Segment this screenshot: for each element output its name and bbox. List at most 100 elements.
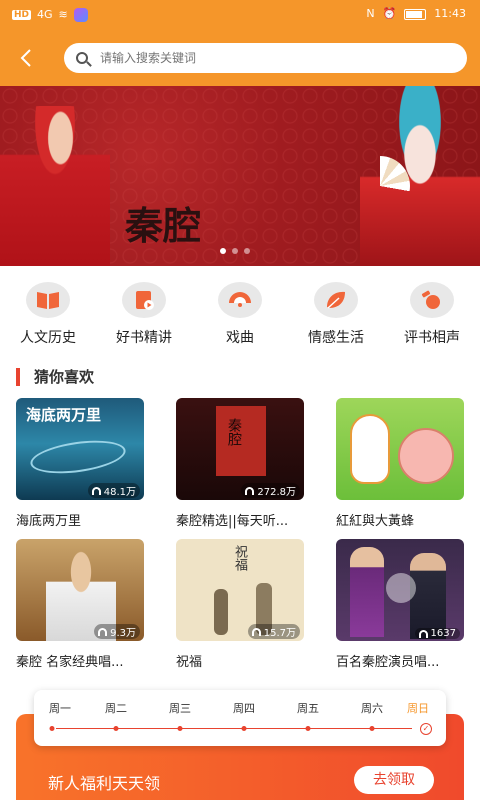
weekday-label-today: 周日 bbox=[407, 702, 429, 715]
card-title: 紅紅與大黃蜂 bbox=[336, 514, 415, 529]
cover-rabbit bbox=[350, 414, 390, 484]
wifi-icon: ≋ bbox=[58, 8, 68, 21]
fan-icon bbox=[218, 282, 262, 318]
cover-title: 海底两万里 bbox=[26, 406, 102, 424]
play-count: 9.3万 bbox=[94, 624, 140, 639]
status-right: N ⏰ 11:43 bbox=[366, 7, 466, 21]
category-label: 人文历史 bbox=[20, 330, 76, 346]
category-opera[interactable]: 戏曲 bbox=[192, 280, 288, 350]
banner-opera-figure-left bbox=[0, 106, 110, 266]
category-storytelling[interactable]: 评书相声 bbox=[384, 280, 480, 350]
card-cover-image: 9.3万 bbox=[16, 539, 144, 641]
recommend-card[interactable]: 秦腔 272.8万 秦腔精选||每天听... bbox=[176, 398, 304, 529]
card-title: 祝福 bbox=[176, 655, 203, 670]
play-count: 15.7万 bbox=[247, 624, 300, 639]
weekday-label: 周一 bbox=[49, 702, 71, 715]
play-count-value: 1637 bbox=[430, 628, 456, 639]
gavel-icon bbox=[410, 282, 454, 318]
section-header: 猜你喜欢 bbox=[16, 366, 94, 387]
weekly-checkin-card: 周一 周二 周三 周四 周五 周六 周日 ✓ bbox=[34, 690, 446, 746]
weekday-label: 周四 bbox=[233, 702, 255, 715]
checkin-day-dot bbox=[113, 726, 119, 731]
checkin-day-dot bbox=[177, 726, 183, 731]
app-notification-icon bbox=[73, 8, 88, 22]
alarm-icon: ⏰ bbox=[382, 7, 397, 20]
headphone-icon bbox=[98, 627, 108, 636]
play-count-value: 48.1万 bbox=[103, 487, 136, 498]
cover-pig bbox=[398, 428, 454, 484]
play-count-value: 272.8万 bbox=[257, 487, 296, 498]
network-indicator: 4G bbox=[37, 8, 53, 21]
cover-performer bbox=[410, 553, 446, 639]
nfc-icon: N bbox=[366, 7, 375, 20]
claim-button[interactable]: 去领取 bbox=[354, 766, 434, 794]
card-cover-image: 海底两万里 48.1万 bbox=[16, 398, 144, 500]
checkin-day-dot bbox=[305, 726, 311, 731]
headphone-icon bbox=[418, 629, 428, 638]
play-count: 1637 bbox=[414, 628, 460, 639]
checkin-progress-track: ✓ bbox=[34, 723, 446, 735]
cover-title: 祝福 bbox=[232, 545, 247, 571]
checkin-day-dot bbox=[49, 726, 55, 731]
category-book-review[interactable]: 好书精讲 bbox=[96, 280, 192, 350]
progress-line bbox=[56, 728, 412, 729]
category-label: 评书相声 bbox=[404, 330, 460, 346]
card-cover-image: 祝福 15.7万 bbox=[176, 539, 304, 641]
book-icon bbox=[26, 282, 70, 318]
headphone-icon bbox=[251, 627, 261, 636]
headphone-icon bbox=[245, 486, 255, 495]
category-label: 戏曲 bbox=[226, 330, 254, 346]
recommend-card[interactable]: 祝福 15.7万 祝福 bbox=[176, 539, 304, 670]
weekday-label: 周五 bbox=[297, 702, 319, 715]
card-cover-image: 1637 bbox=[336, 539, 464, 641]
back-button[interactable] bbox=[10, 42, 42, 74]
book-play-icon bbox=[122, 282, 166, 318]
category-label: 好书精讲 bbox=[116, 330, 172, 346]
search-bar[interactable] bbox=[64, 43, 467, 73]
play-count: 272.8万 bbox=[241, 483, 300, 498]
banner-fan-image bbox=[350, 156, 410, 216]
promo-text: 新人福利天天领 bbox=[48, 774, 161, 793]
category-history[interactable]: 人文历史 bbox=[0, 280, 96, 350]
recommend-card[interactable]: 9.3万 秦腔 名家经典唱... bbox=[16, 539, 144, 670]
banner-carousel[interactable]: 秦腔 bbox=[0, 86, 480, 266]
weekday-labels: 周一 周二 周三 周四 周五 周六 周日 bbox=[34, 700, 446, 716]
status-bar: HD 4G ≋ N ⏰ 11:43 bbox=[0, 0, 480, 30]
banner-dot[interactable] bbox=[232, 248, 238, 254]
category-emotion-life[interactable]: 情感生活 bbox=[288, 280, 384, 350]
play-count: 48.1万 bbox=[87, 483, 140, 498]
status-time: 11:43 bbox=[434, 7, 466, 20]
status-left: HD 4G ≋ bbox=[12, 8, 88, 22]
banner-dot[interactable] bbox=[244, 248, 250, 254]
weekday-label: 周二 bbox=[105, 702, 127, 715]
play-count-value: 15.7万 bbox=[263, 628, 296, 639]
card-cover-image bbox=[336, 398, 464, 500]
card-title: 海底两万里 bbox=[16, 514, 82, 529]
banner-calligraphy-title: 秦腔 bbox=[125, 203, 202, 248]
search-input[interactable] bbox=[100, 51, 400, 65]
play-count-value: 9.3万 bbox=[110, 628, 136, 639]
category-label: 情感生活 bbox=[308, 330, 364, 346]
search-icon bbox=[76, 52, 88, 64]
card-cover-image: 秦腔 272.8万 bbox=[176, 398, 304, 500]
banner-dot[interactable] bbox=[220, 248, 226, 254]
cover-performer bbox=[350, 547, 384, 637]
chevron-left-icon bbox=[20, 49, 31, 67]
checkin-today-check-icon: ✓ bbox=[420, 723, 432, 735]
checkin-day-dot bbox=[241, 726, 247, 731]
category-row: 人文历史 好书精讲 戏曲 情感生活 评书相声 bbox=[0, 280, 480, 350]
weekday-label: 周三 bbox=[169, 702, 191, 715]
recommend-card[interactable]: 1637 百名秦腔演员唱... bbox=[336, 539, 464, 670]
recommend-card[interactable]: 紅紅與大黃蜂 bbox=[336, 398, 464, 529]
section-title: 猜你喜欢 bbox=[34, 368, 95, 386]
card-title: 百名秦腔演员唱... bbox=[336, 655, 440, 670]
leaf-icon bbox=[314, 282, 358, 318]
card-title: 秦腔精选||每天听... bbox=[176, 514, 289, 529]
headphone-icon bbox=[91, 486, 101, 495]
play-overlay-icon bbox=[386, 573, 416, 603]
battery-icon bbox=[404, 8, 427, 20]
banner-pagination bbox=[220, 248, 250, 254]
card-title: 秦腔 名家经典唱... bbox=[16, 655, 124, 670]
hd-badge: HD bbox=[12, 10, 32, 20]
recommend-card[interactable]: 海底两万里 48.1万 海底两万里 bbox=[16, 398, 144, 529]
